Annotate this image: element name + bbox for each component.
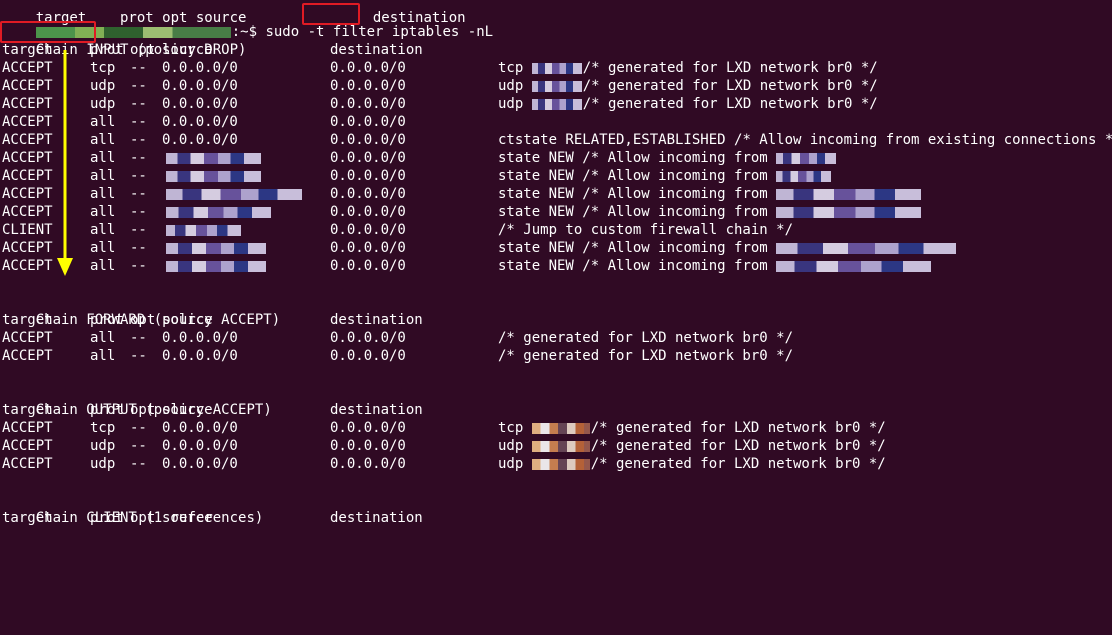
redacted-source: [166, 242, 266, 254]
chain-client-header: target prot opt source destination: [2, 510, 423, 526]
chain-input-header: target prot opt source destination: [2, 41, 1102, 59]
redacted-port: [531, 458, 590, 470]
command-part-2: iptables -nL: [391, 24, 494, 40]
col-opt: opt: [130, 42, 156, 58]
table-row: ACCEPT tcp -- 0.0.0.0/0 0.0.0.0/0 tcp /*…: [2, 420, 886, 436]
redacted-source: [166, 206, 271, 218]
table-row: ACCEPT udp -- 0.0.0.0/0 0.0.0.0/0 udp /*…: [2, 96, 878, 112]
table-row: ACCEPT all -- 0.0.0.0/0 0.0.0.0/0: [2, 114, 406, 130]
col-source: source: [162, 42, 213, 58]
table-row: ACCEPT udp -- 0.0.0.0/0 0.0.0.0/0 udp /*…: [2, 78, 878, 94]
chain-client-title: Chain CLIENT (1 references): [35, 510, 264, 526]
chain-forward-title: Chain FORWARD (policy ACCEPT): [35, 312, 281, 328]
table-row: ACCEPT tcp -- 0.0.0.0/0 0.0.0.0/0 tcp /*…: [2, 60, 878, 76]
down-arrow-icon: [57, 50, 73, 276]
redacted-port: [531, 98, 582, 110]
col-prot: prot: [90, 42, 124, 58]
redacted-name: [776, 152, 837, 164]
table-row: ACCEPT all -- 0.0.0.0/0 state NEW /* All…: [2, 167, 1102, 185]
table-row: ACCEPT all -- 0.0.0.0/0 state NEW /* All…: [2, 239, 1102, 257]
highlight-box-filter: [302, 3, 360, 25]
redacted-name: [776, 242, 957, 254]
table-row: ACCEPT all -- 0.0.0.0/0 state NEW /* All…: [2, 185, 1102, 203]
redacted-source: [166, 224, 241, 236]
redacted-name: [776, 170, 832, 182]
chain-output-header: target prot opt source destination: [2, 402, 423, 418]
table-row: ACCEPT all -- 0.0.0.0/0 0.0.0.0/0 ctstat…: [2, 132, 1112, 148]
table-row: ACCEPT udp -- 0.0.0.0/0 0.0.0.0/0 udp /*…: [2, 456, 886, 472]
redacted-source: [166, 170, 261, 182]
table-row: ACCEPT all -- 0.0.0.0/0 state NEW /* All…: [2, 149, 1102, 167]
col-destination: destination: [330, 42, 423, 58]
chain-output-title: Chain OUTPUT (policy ACCEPT): [35, 402, 272, 418]
col-target: target: [2, 42, 53, 58]
table-row: ACCEPT all -- 0.0.0.0/0 0.0.0.0/0 /* gen…: [2, 330, 794, 346]
table-row: ACCEPT all -- 0.0.0.0/0 0.0.0.0/0 /* gen…: [2, 348, 794, 364]
table-row: ACCEPT all -- 0.0.0.0/0 state NEW /* All…: [2, 203, 1102, 221]
redacted-source: [166, 188, 302, 200]
highlight-box-chain-input: [0, 21, 96, 43]
redacted-port: [531, 62, 582, 74]
table-row: CLIENT all -- 0.0.0.0/0 /* Jump to custo…: [2, 222, 794, 238]
redacted-name: [776, 188, 922, 200]
terminal-window[interactable]: target prot opt source destination :~$ s…: [0, 0, 1112, 529]
redacted-source: [166, 260, 266, 272]
redacted-port: [531, 80, 582, 92]
redacted-port: [531, 440, 590, 452]
command-part-table: filter: [332, 24, 384, 40]
table-row: ACCEPT udp -- 0.0.0.0/0 0.0.0.0/0 udp /*…: [2, 438, 886, 454]
table-row: ACCEPT all -- 0.0.0.0/0 state NEW /* All…: [2, 257, 1102, 275]
chain-forward-header: target prot opt source destination: [2, 312, 423, 328]
redacted-name: [776, 206, 922, 218]
command-part-1: sudo -t: [265, 24, 325, 40]
redacted-port: [531, 422, 590, 434]
redacted-name: [776, 260, 932, 272]
redacted-source: [166, 152, 261, 164]
